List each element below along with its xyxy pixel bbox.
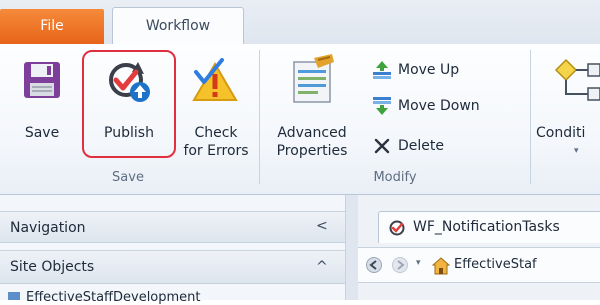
collapse-nav-button[interactable]: < xyxy=(316,218,328,234)
history-dropdown-icon[interactable]: ▾ xyxy=(416,258,421,268)
delete-button[interactable]: Delete xyxy=(372,134,482,158)
group-separator xyxy=(530,50,531,184)
document-tab-title: WF_NotificationTasks xyxy=(413,219,560,235)
conditions-button[interactable]: Conditi ▾ xyxy=(534,50,600,160)
site-objects-label: Site Objects xyxy=(10,259,95,275)
breadcrumb-bar: ▾ EffectiveStaf xyxy=(358,247,600,283)
site-icon xyxy=(8,292,20,300)
site-objects-header[interactable]: Site Objects xyxy=(0,250,345,284)
warning-check-icon xyxy=(192,58,238,101)
back-arrow-icon xyxy=(369,260,377,270)
ribbon: Save Publish Check for Errors Save Advan… xyxy=(0,44,600,195)
site-object-item[interactable]: EffectiveStaffDevelopment xyxy=(8,290,201,305)
forward-arrow-icon xyxy=(397,260,405,270)
check-for-errors-button[interactable]: Check for Errors xyxy=(176,50,256,166)
conditions-dropdown-arrow: ▾ xyxy=(574,146,579,156)
move-up-label: Move Up xyxy=(398,62,460,78)
publish-button-label: Publish xyxy=(104,125,154,141)
save-group-label: Save xyxy=(112,170,144,185)
advanced-properties-button[interactable]: Advanced Properties xyxy=(264,50,360,166)
check-for-errors-label: Check for Errors xyxy=(183,125,249,159)
move-up-icon xyxy=(373,61,391,79)
save-button[interactable]: Save xyxy=(4,50,80,160)
move-down-label: Move Down xyxy=(398,98,480,114)
modify-group-label: Modify xyxy=(373,170,417,185)
move-up-button[interactable]: Move Up xyxy=(372,58,512,82)
ribbon-tab-strip: File Workflow xyxy=(0,0,600,45)
conditions-icon xyxy=(554,58,600,101)
navigation-pane: Navigation < Site Objects ^ EffectiveSta… xyxy=(0,195,345,305)
tab-workflow[interactable]: Workflow xyxy=(112,7,244,45)
delete-label: Delete xyxy=(398,138,444,154)
breadcrumb-site[interactable]: EffectiveStaf xyxy=(454,257,537,272)
back-button[interactable] xyxy=(366,257,382,273)
file-tab[interactable]: File xyxy=(0,9,104,44)
navigation-header: Navigation xyxy=(0,211,345,243)
publish-icon xyxy=(109,62,150,102)
move-down-icon xyxy=(373,97,391,115)
workflow-doc-icon xyxy=(389,220,405,236)
tab-wf-notificationtasks[interactable]: WF_NotificationTasks xyxy=(378,211,600,243)
properties-form-icon xyxy=(293,54,334,103)
pane-splitter[interactable] xyxy=(345,195,358,300)
home-icon[interactable] xyxy=(432,257,450,275)
conditions-label: Conditi xyxy=(536,125,586,141)
publish-button[interactable]: Publish xyxy=(84,50,174,160)
save-button-label: Save xyxy=(24,125,60,141)
navigation-title: Navigation xyxy=(10,220,86,236)
advanced-properties-label: Advanced Properties xyxy=(276,125,348,159)
document-area: WF_NotificationTasks ▾ EffectiveStaf xyxy=(358,195,600,300)
site-object-item-label: EffectiveStaffDevelopment xyxy=(26,290,201,305)
forward-button[interactable] xyxy=(392,257,408,273)
delete-x-icon xyxy=(374,138,390,154)
site-objects-collapse-icon[interactable]: ^ xyxy=(316,259,328,275)
floppy-disk-icon xyxy=(24,62,60,98)
move-down-button[interactable]: Move Down xyxy=(372,94,522,118)
group-separator xyxy=(259,50,260,184)
